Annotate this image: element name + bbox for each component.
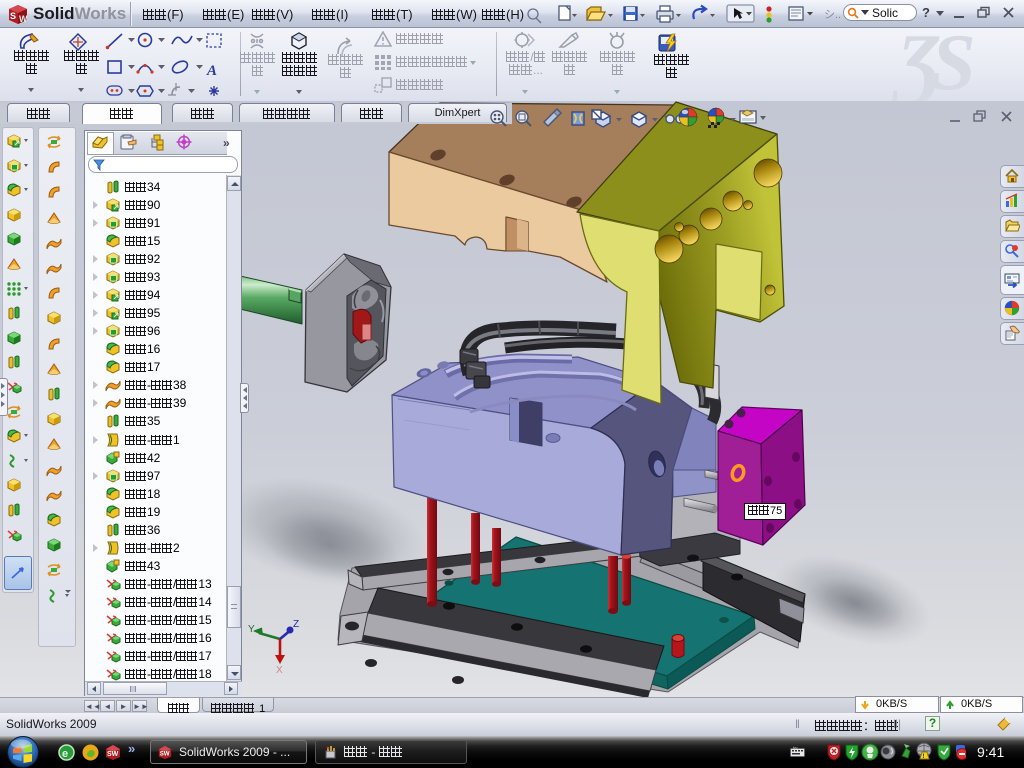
svg-text:X: X [276, 665, 283, 676]
svg-text:W: W [19, 14, 28, 24]
svg-text:Y: Y [248, 624, 255, 635]
svg-text:SW: SW [107, 751, 119, 758]
svg-text:S: S [10, 11, 16, 21]
svg-text:key: key [793, 746, 798, 749]
svg-text:e: e [62, 748, 68, 760]
svg-text:SW: SW [160, 751, 170, 758]
svg-text:シ..: シ.. [824, 9, 841, 21]
svg-text:!: ! [923, 754, 925, 760]
svg-text:A: A [206, 63, 217, 79]
svg-text:Z: Z [293, 619, 299, 630]
